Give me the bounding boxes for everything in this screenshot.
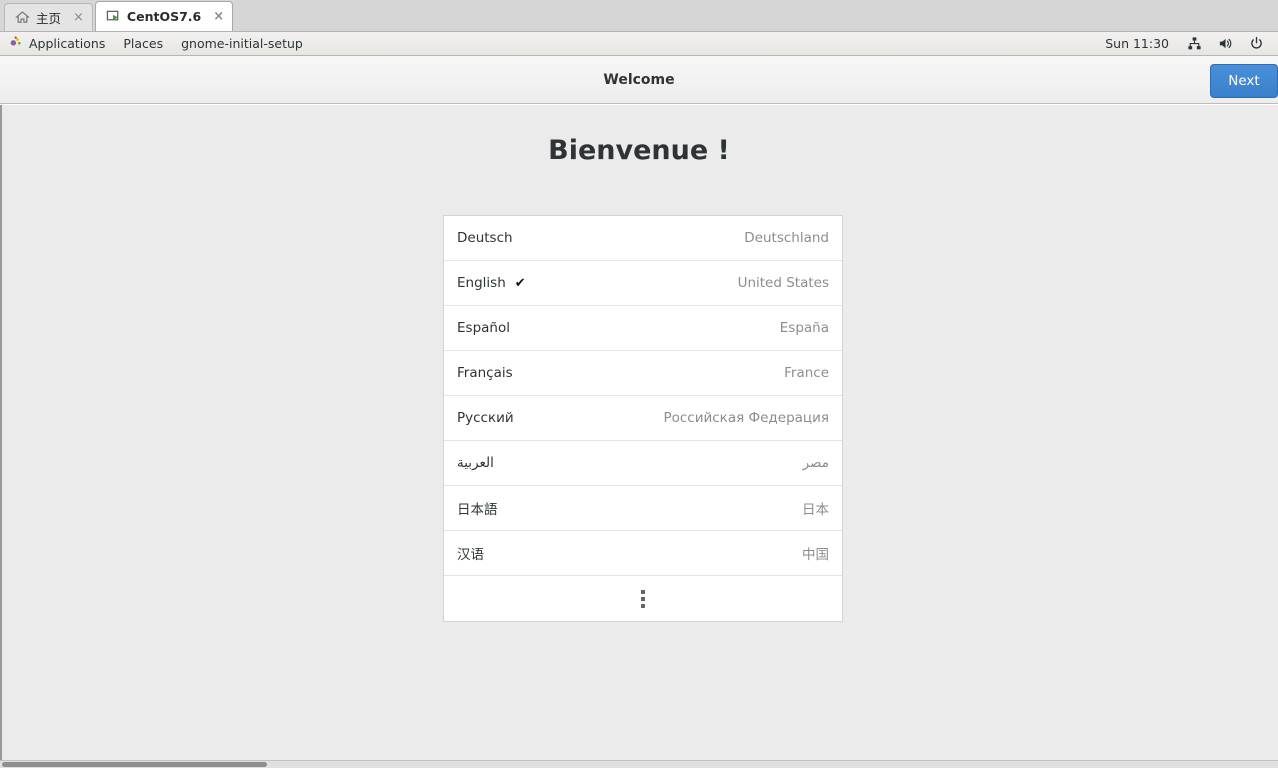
more-languages-row[interactable] <box>444 576 842 621</box>
places-menu[interactable]: Places <box>114 32 172 55</box>
language-country: مصر <box>802 455 829 471</box>
tab-centos-label: CentOS7.6 <box>126 9 202 24</box>
tab-centos-close-icon[interactable]: × <box>213 10 224 23</box>
home-icon <box>15 10 30 25</box>
language-name: 日本語 <box>457 502 498 518</box>
active-window-menu[interactable]: gnome-initial-setup <box>172 32 312 55</box>
language-country: 中国 <box>802 547 829 563</box>
language-name: 汉语 <box>457 547 484 563</box>
language-name: Español <box>457 320 510 336</box>
language-row[interactable]: Français France <box>444 351 842 396</box>
applications-menu-label: Applications <box>29 36 106 51</box>
check-icon: ✔ <box>514 275 526 291</box>
power-icon[interactable] <box>1241 36 1272 51</box>
panel-left-group: Applications Places gnome-initial-setup <box>0 32 312 55</box>
language-country: 日本 <box>802 502 829 518</box>
language-name: Français <box>457 365 513 381</box>
places-menu-label: Places <box>123 36 164 51</box>
language-row[interactable]: Deutsch Deutschland <box>444 216 842 261</box>
horizontal-scrollbar[interactable] <box>0 760 1278 768</box>
language-name: Русский <box>457 410 514 426</box>
panel-right-group: Sun 11:30 <box>1095 32 1278 55</box>
viewport-left-edge <box>0 105 2 760</box>
tab-home[interactable]: 主页 × <box>4 3 93 31</box>
welcome-heading: Bienvenue ! <box>548 135 730 166</box>
tab-home-label: 主页 <box>36 11 62 26</box>
active-window-label: gnome-initial-setup <box>181 36 303 51</box>
language-country: United States <box>737 275 829 291</box>
vertical-ellipsis-icon <box>641 589 645 608</box>
language-row[interactable]: العربية مصر <box>444 441 842 486</box>
applications-icon <box>9 35 23 52</box>
language-country: Deutschland <box>744 230 829 246</box>
language-name: Deutsch <box>457 230 513 246</box>
app-header-bar: Welcome <box>0 56 1278 104</box>
language-name: العربية <box>457 455 494 471</box>
language-country: España <box>779 320 829 336</box>
setup-content-area: Bienvenue ! Deutsch Deutschland English ✔ Un… <box>0 105 1278 760</box>
tab-home-close-icon[interactable]: × <box>73 11 84 24</box>
language-country: Российская Федерация <box>663 410 829 426</box>
page-title: Welcome <box>603 71 675 88</box>
next-button[interactable]: Next <box>1210 64 1278 98</box>
applications-menu[interactable]: Applications <box>0 32 114 55</box>
clock[interactable]: Sun 11:30 <box>1095 36 1179 51</box>
tab-centos[interactable]: CentOS7.6 × <box>94 1 234 31</box>
network-icon[interactable] <box>1179 36 1210 51</box>
gnome-top-panel: Applications Places gnome-initial-setup … <box>0 32 1278 56</box>
horizontal-scrollbar-thumb[interactable] <box>2 762 267 767</box>
language-row[interactable]: English ✔ United States <box>444 261 842 306</box>
volume-icon[interactable] <box>1210 36 1241 51</box>
browser-tab-bar: 主页 × CentOS7.6 × <box>0 0 1278 32</box>
language-row[interactable]: Русский Российская Федерация <box>444 396 842 441</box>
language-row[interactable]: Español España <box>444 306 842 351</box>
language-row[interactable]: 汉语 中国 <box>444 531 842 576</box>
language-row[interactable]: 日本語 日本 <box>444 486 842 531</box>
language-name: English <box>457 275 506 291</box>
language-list: Deutsch Deutschland English ✔ United States E… <box>443 215 843 622</box>
vm-monitor-icon <box>106 9 121 24</box>
language-country: France <box>784 365 829 381</box>
